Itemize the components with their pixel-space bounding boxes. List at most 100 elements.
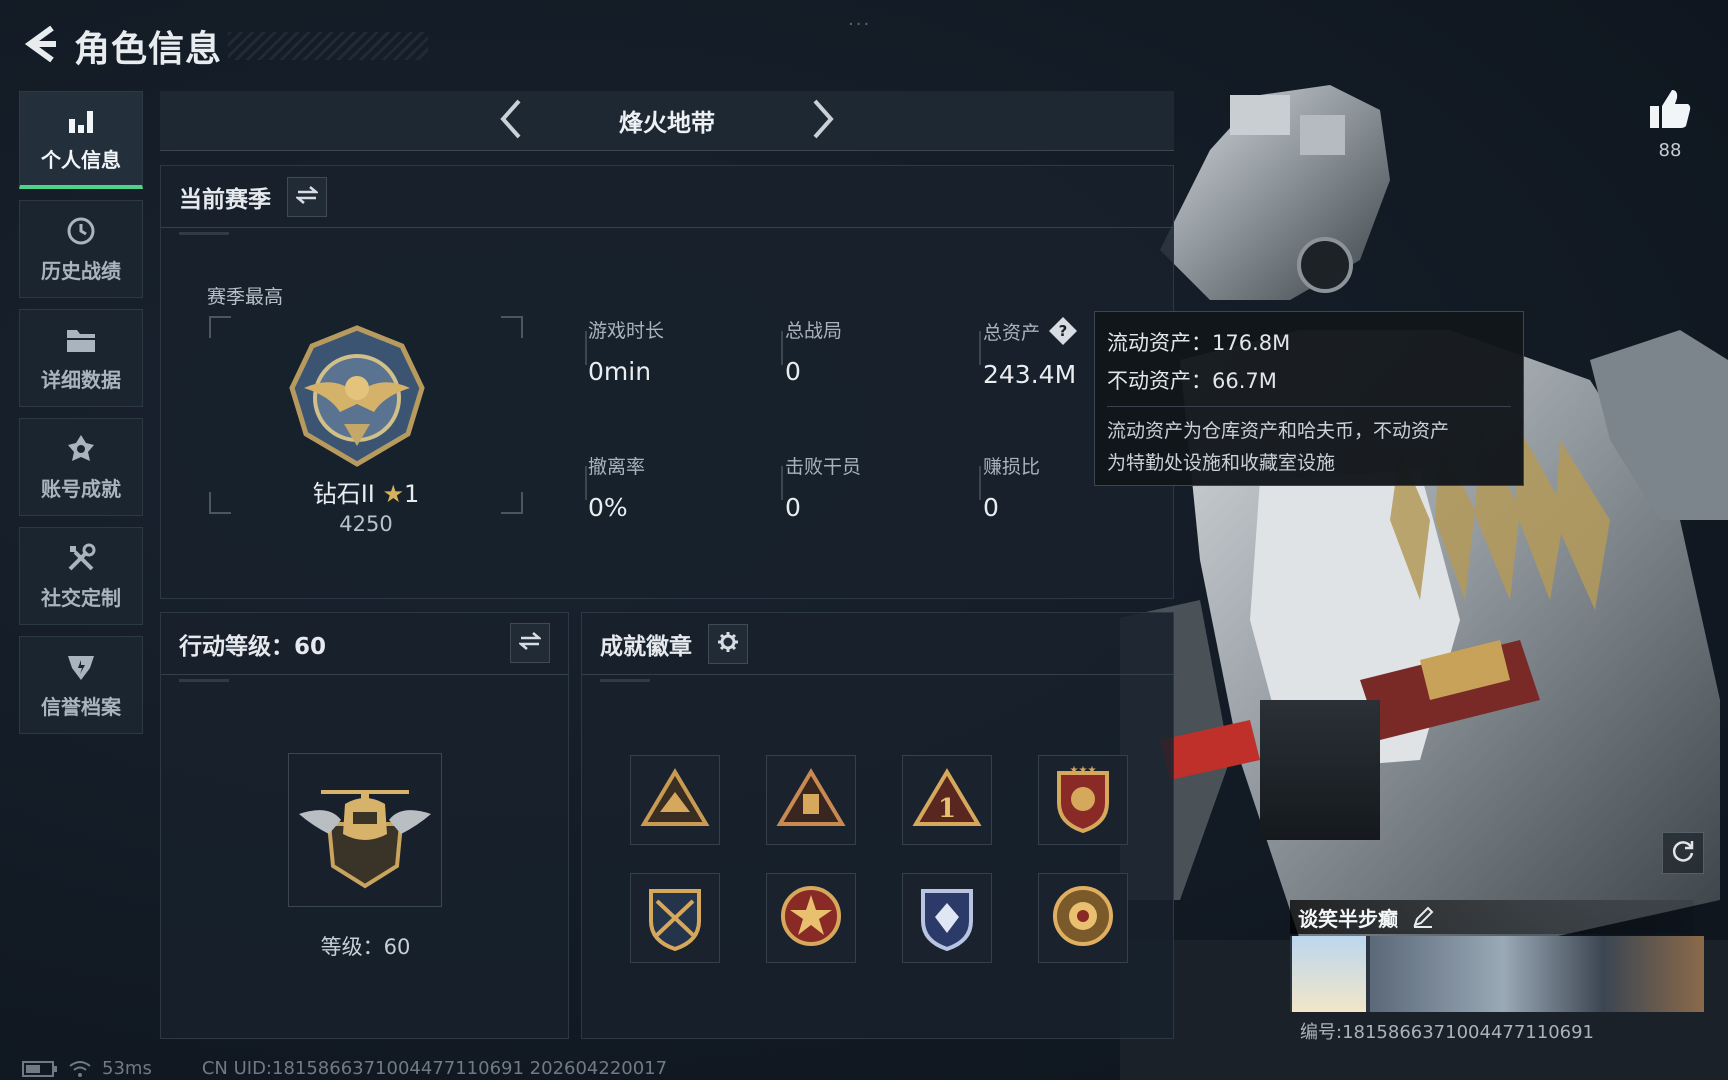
- stat-label: 击败干员: [785, 456, 862, 478]
- tooltip-description-1: 流动资产为仓库资产和哈夫币，不动资产: [1107, 420, 1450, 442]
- level-switch-button[interactable]: [510, 623, 550, 663]
- like-count: 88: [1658, 140, 1682, 161]
- frame-corner: [501, 316, 523, 338]
- stat-divider: [585, 331, 587, 365]
- sidebar-item-label: 历史战绩: [41, 258, 121, 283]
- header-accent: [179, 232, 229, 235]
- rank-stars: 1: [404, 480, 420, 508]
- rotate-model-button[interactable]: [1662, 832, 1704, 874]
- helicopter-badge-icon: [289, 790, 441, 910]
- level-badge: [288, 753, 442, 907]
- player-avatar: [1292, 936, 1366, 1012]
- stat-play-time: 游戏时长 0min: [588, 316, 664, 386]
- sidebar-item-history[interactable]: 历史战绩: [19, 200, 143, 298]
- rank-frame: 钻石II ★1 4250: [209, 316, 523, 536]
- number-one-triangle-badge-icon: 1: [912, 768, 982, 832]
- prev-mode-button[interactable]: [493, 97, 529, 145]
- stat-divider: [781, 331, 783, 365]
- crossed-rifles-badge-icon: [643, 881, 707, 955]
- badge-robot-triangle[interactable]: [766, 755, 856, 845]
- mode-title: 烽火地带: [619, 109, 715, 137]
- badge-flower-wreath[interactable]: [1038, 873, 1128, 963]
- bar-chart-icon: [65, 104, 97, 136]
- season-header: 当前赛季: [161, 166, 1173, 235]
- achievement-panel: 成就徽章 1 ★★★: [581, 612, 1174, 1039]
- swap-icon: [517, 631, 543, 655]
- achievement-settings-button[interactable]: [708, 623, 748, 664]
- gear-icon: [717, 631, 739, 657]
- shield-emblem-icon: [65, 651, 97, 683]
- svg-text:1: 1: [938, 794, 956, 824]
- assets-tooltip: 流动资产：176.8M 不动资产：66.7M 流动资产为仓库资产和哈夫币，不动资…: [1094, 311, 1524, 486]
- sidebar-item-social[interactable]: 社交定制: [19, 527, 143, 625]
- star-icon: ★: [382, 480, 405, 508]
- stat-divider: [979, 331, 981, 365]
- stat-divider: [585, 466, 587, 500]
- tools-icon: [65, 542, 97, 574]
- folder-icon: [65, 324, 97, 356]
- sidebar-item-label: 社交定制: [41, 585, 121, 610]
- badge-star-wreath[interactable]: [766, 873, 856, 963]
- stat-value: 0: [785, 357, 801, 386]
- status-footer: 53ms CN UID:1815866371004477110691 20260…: [22, 1058, 667, 1079]
- tooltip-fixed-assets: 不动资产：66.7M: [1107, 369, 1277, 393]
- stat-label: 撤离率: [588, 456, 646, 478]
- stat-value: 0%: [588, 493, 628, 522]
- sidebar: 个人信息 历史战绩 详细数据 账号成就 社交定制 信誉档案: [19, 91, 143, 745]
- level-header: 行动等级：60: [161, 613, 568, 682]
- refresh-icon: [1670, 838, 1696, 868]
- like-button[interactable]: 88: [1640, 88, 1700, 161]
- stat-profit-ratio: 赚损比 0: [983, 452, 1040, 522]
- level-panel: 行动等级：60 等级：60: [160, 612, 569, 1039]
- stat-total-assets: 总资产 ? 243.4M: [983, 316, 1078, 389]
- edit-icon[interactable]: [1412, 906, 1434, 928]
- stat-value: 0min: [588, 357, 652, 386]
- badge-crossed-rifles[interactable]: [630, 873, 720, 963]
- next-mode-button[interactable]: [805, 97, 841, 145]
- stat-total-games: 总战局 0: [785, 316, 842, 386]
- tent-triangle-badge-icon: [640, 768, 710, 832]
- rank-name-text: 钻石II: [312, 480, 375, 508]
- badge-star-shield[interactable]: ★★★: [1038, 755, 1128, 845]
- sidebar-item-reputation[interactable]: 信誉档案: [19, 636, 143, 734]
- help-icon[interactable]: ?: [1048, 316, 1078, 346]
- stat-label: 总战局: [785, 320, 843, 342]
- swap-icon: [294, 185, 320, 209]
- badge-number-one-triangle[interactable]: 1: [902, 755, 992, 845]
- header-accent: [179, 679, 229, 682]
- player-name: 谈笑半步癫: [1298, 906, 1398, 931]
- title-decoration: [228, 32, 428, 60]
- svg-text:★★★: ★★★: [1070, 765, 1097, 776]
- stat-label: 总资产 ?: [983, 316, 1078, 346]
- player-card[interactable]: [1290, 936, 1704, 1012]
- diamond-shield-badge-icon: [915, 881, 979, 955]
- rank-score: 4250: [339, 512, 393, 536]
- flower-wreath-badge-icon: [1050, 883, 1116, 953]
- thumbs-up-icon: [1648, 90, 1692, 134]
- svg-text:?: ?: [1059, 322, 1068, 340]
- player-card-banner: [1370, 936, 1704, 1012]
- sidebar-item-personal-info[interactable]: 个人信息: [19, 91, 143, 189]
- achievement-icon: [65, 433, 97, 465]
- season-title: 当前赛季: [179, 186, 271, 213]
- season-panel: 当前赛季 赛季最高 钻石II ★1 4250 游戏时长 0min 总战局 0 总…: [160, 165, 1174, 599]
- stat-value: 0: [785, 493, 801, 522]
- season-switch-button[interactable]: [287, 176, 327, 217]
- battery-icon: [22, 1060, 58, 1077]
- mode-switcher: 烽火地带: [160, 91, 1174, 151]
- uid-text: CN UID:1815866371004477110691 2026042200…: [201, 1058, 668, 1079]
- diamond-rank-emblem-icon: [289, 324, 430, 474]
- header-accent: [600, 679, 650, 682]
- achievement-header: 成就徽章: [582, 613, 1173, 682]
- back-button[interactable]: [18, 24, 62, 68]
- sidebar-item-achievements[interactable]: 账号成就: [19, 418, 143, 516]
- sidebar-item-details[interactable]: 详细数据: [19, 309, 143, 407]
- wifi-icon: [68, 1060, 92, 1078]
- level-title: 行动等级：60: [179, 633, 327, 660]
- sidebar-item-label: 信誉档案: [41, 694, 121, 719]
- badge-tent-triangle[interactable]: [630, 755, 720, 845]
- stat-label: 赚损比: [983, 456, 1041, 478]
- stat-divider: [979, 466, 981, 500]
- badge-diamond-shield[interactable]: [902, 873, 992, 963]
- stat-value: 0: [983, 493, 999, 522]
